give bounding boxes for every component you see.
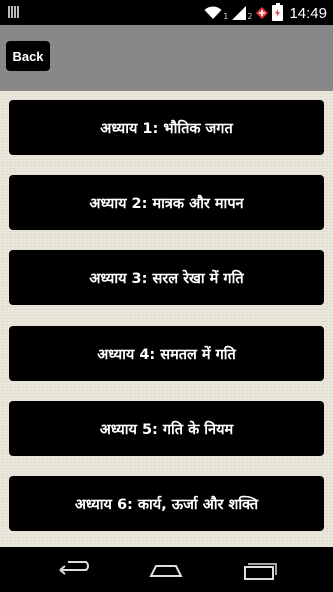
- sim1-label: 1: [223, 11, 229, 21]
- nav-back-icon[interactable]: [56, 559, 92, 581]
- signal-icon: [232, 6, 247, 20]
- back-button[interactable]: Back: [6, 41, 50, 71]
- navigation-bar: [0, 547, 333, 592]
- sim2-label: 2: [247, 11, 253, 21]
- notification-icon: [8, 6, 20, 18]
- status-time: 14:49: [289, 4, 327, 22]
- status-bar: 1 2 14:49: [0, 0, 333, 25]
- chapter-4-button[interactable]: अध्याय 4: समतल में गति: [9, 326, 324, 381]
- chapter-1-button[interactable]: अध्याय 1: भौतिक जगत: [9, 100, 324, 155]
- chapter-list: अध्याय 1: भौतिक जगत अध्याय 2: मात्रक और …: [0, 91, 333, 547]
- chapter-2-button[interactable]: अध्याय 2: मात्रक और मापन: [9, 175, 324, 230]
- alert-icon: [256, 7, 269, 19]
- nav-recent-icon[interactable]: [242, 559, 278, 581]
- action-bar: Back: [0, 25, 333, 91]
- battery-icon: [272, 3, 284, 21]
- chapter-3-button[interactable]: अध्याय 3: सरल रेखा में गति: [9, 250, 324, 305]
- chapter-6-button[interactable]: अध्याय 6: कार्य, ऊर्जा और शक्ति: [9, 476, 324, 531]
- chapter-5-button[interactable]: अध्याय 5: गति के नियम: [9, 401, 324, 456]
- wifi-icon: [204, 6, 222, 19]
- status-icons: 1 2 14:49: [204, 3, 327, 23]
- nav-home-icon[interactable]: [148, 559, 184, 581]
